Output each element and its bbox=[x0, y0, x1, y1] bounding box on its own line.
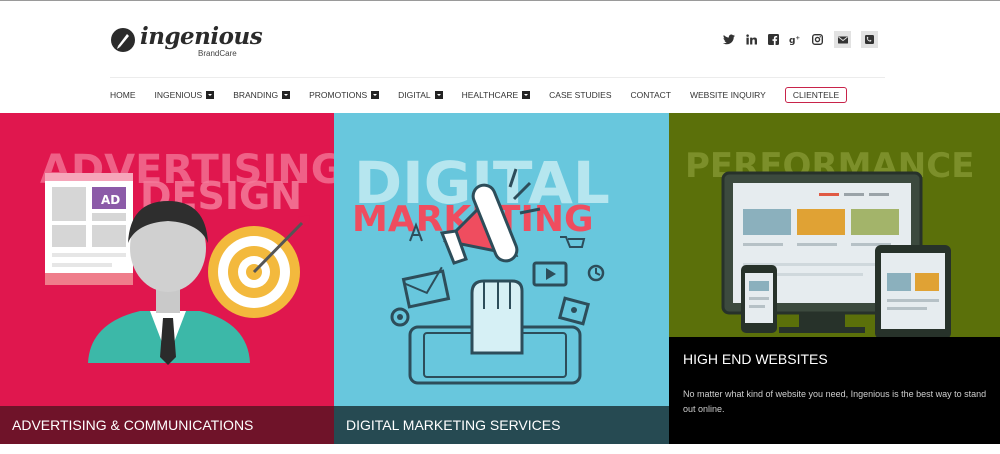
dropdown-caret-icon bbox=[434, 91, 443, 99]
advertising-illustration: ADVERTISING DESIGN AD bbox=[40, 147, 334, 365]
main-nav: HOME INGENIOUS BRANDING PROMOTIONS DIGIT… bbox=[110, 87, 848, 103]
smartphone-icon bbox=[741, 265, 777, 333]
websites-info-box: HIGH END WEBSITES No matter what kind of… bbox=[669, 337, 1000, 444]
pen-logo-icon bbox=[111, 28, 135, 52]
target-icon bbox=[208, 215, 310, 318]
websites-title[interactable]: HIGH END WEBSITES bbox=[683, 351, 828, 367]
email-icon[interactable] bbox=[834, 31, 851, 48]
nav-item-healthcare[interactable]: HEALTHCARE bbox=[462, 90, 531, 100]
nav-item-ingenious[interactable]: INGENIOUS bbox=[155, 90, 215, 100]
nav-item-website-inquiry[interactable]: WEBSITE INQUIRY bbox=[690, 90, 766, 100]
video-play-icon bbox=[532, 261, 568, 287]
brand-name: ingenious bbox=[140, 23, 263, 50]
envelope-icon bbox=[401, 266, 451, 309]
nav-item-digital[interactable]: DIGITAL bbox=[398, 90, 443, 100]
digital-marketing-illustration: DIGITAL MARKETING bbox=[352, 149, 610, 385]
nav-item-home[interactable]: HOME bbox=[110, 90, 136, 100]
site-header: ingenious BrandCare g + HOME INGENIOUS B… bbox=[0, 1, 1000, 113]
clientele-button[interactable]: CLIENTELE bbox=[784, 87, 848, 103]
dropdown-caret-icon bbox=[522, 91, 531, 99]
gear-icon bbox=[390, 307, 410, 327]
clock-icon bbox=[587, 264, 605, 282]
svg-text:AD: AD bbox=[101, 193, 120, 207]
google-plus-icon[interactable]: g + bbox=[788, 33, 802, 47]
nav-item-promotions[interactable]: PROMOTIONS bbox=[309, 90, 380, 100]
brand-tagline: BrandCare bbox=[198, 49, 237, 58]
social-links: g + bbox=[722, 31, 878, 48]
digital-caption[interactable]: DIGITAL MARKETING SERVICES bbox=[334, 406, 669, 444]
websites-description: No matter what kind of website you need,… bbox=[683, 389, 987, 414]
hand-icon bbox=[470, 279, 524, 355]
tablet-device-icon bbox=[875, 245, 951, 339]
websites-panel[interactable]: PERFORMANCE HIGH END WEBSITES No matter … bbox=[669, 113, 1000, 444]
dropdown-caret-icon bbox=[371, 91, 380, 99]
nav-divider bbox=[110, 77, 885, 78]
advertising-panel[interactable]: ADVERTISING DESIGN AD ADVERTISING & COMM… bbox=[0, 113, 334, 444]
svg-text:g: g bbox=[789, 36, 795, 45]
dropdown-caret-icon bbox=[282, 91, 291, 99]
brand-logo[interactable]: ingenious BrandCare bbox=[110, 23, 263, 63]
nav-item-contact[interactable]: CONTACT bbox=[631, 90, 671, 100]
phone-icon[interactable] bbox=[861, 31, 878, 48]
facebook-icon[interactable] bbox=[766, 33, 780, 47]
instagram-icon[interactable] bbox=[810, 33, 824, 47]
page: ingenious BrandCare g + HOME INGENIOUS B… bbox=[0, 0, 1000, 454]
nav-item-branding[interactable]: BRANDING bbox=[233, 90, 291, 100]
svg-text:+: + bbox=[795, 36, 800, 42]
advertising-caption[interactable]: ADVERTISING & COMMUNICATIONS bbox=[0, 406, 334, 444]
photo-icon bbox=[557, 296, 591, 326]
dropdown-caret-icon bbox=[206, 91, 215, 99]
nav-item-case-studies[interactable]: CASE STUDIES bbox=[549, 90, 611, 100]
digital-panel[interactable]: DIGITAL MARKETING bbox=[334, 113, 669, 444]
linkedin-icon[interactable] bbox=[744, 33, 758, 47]
twitter-icon[interactable] bbox=[722, 33, 736, 47]
